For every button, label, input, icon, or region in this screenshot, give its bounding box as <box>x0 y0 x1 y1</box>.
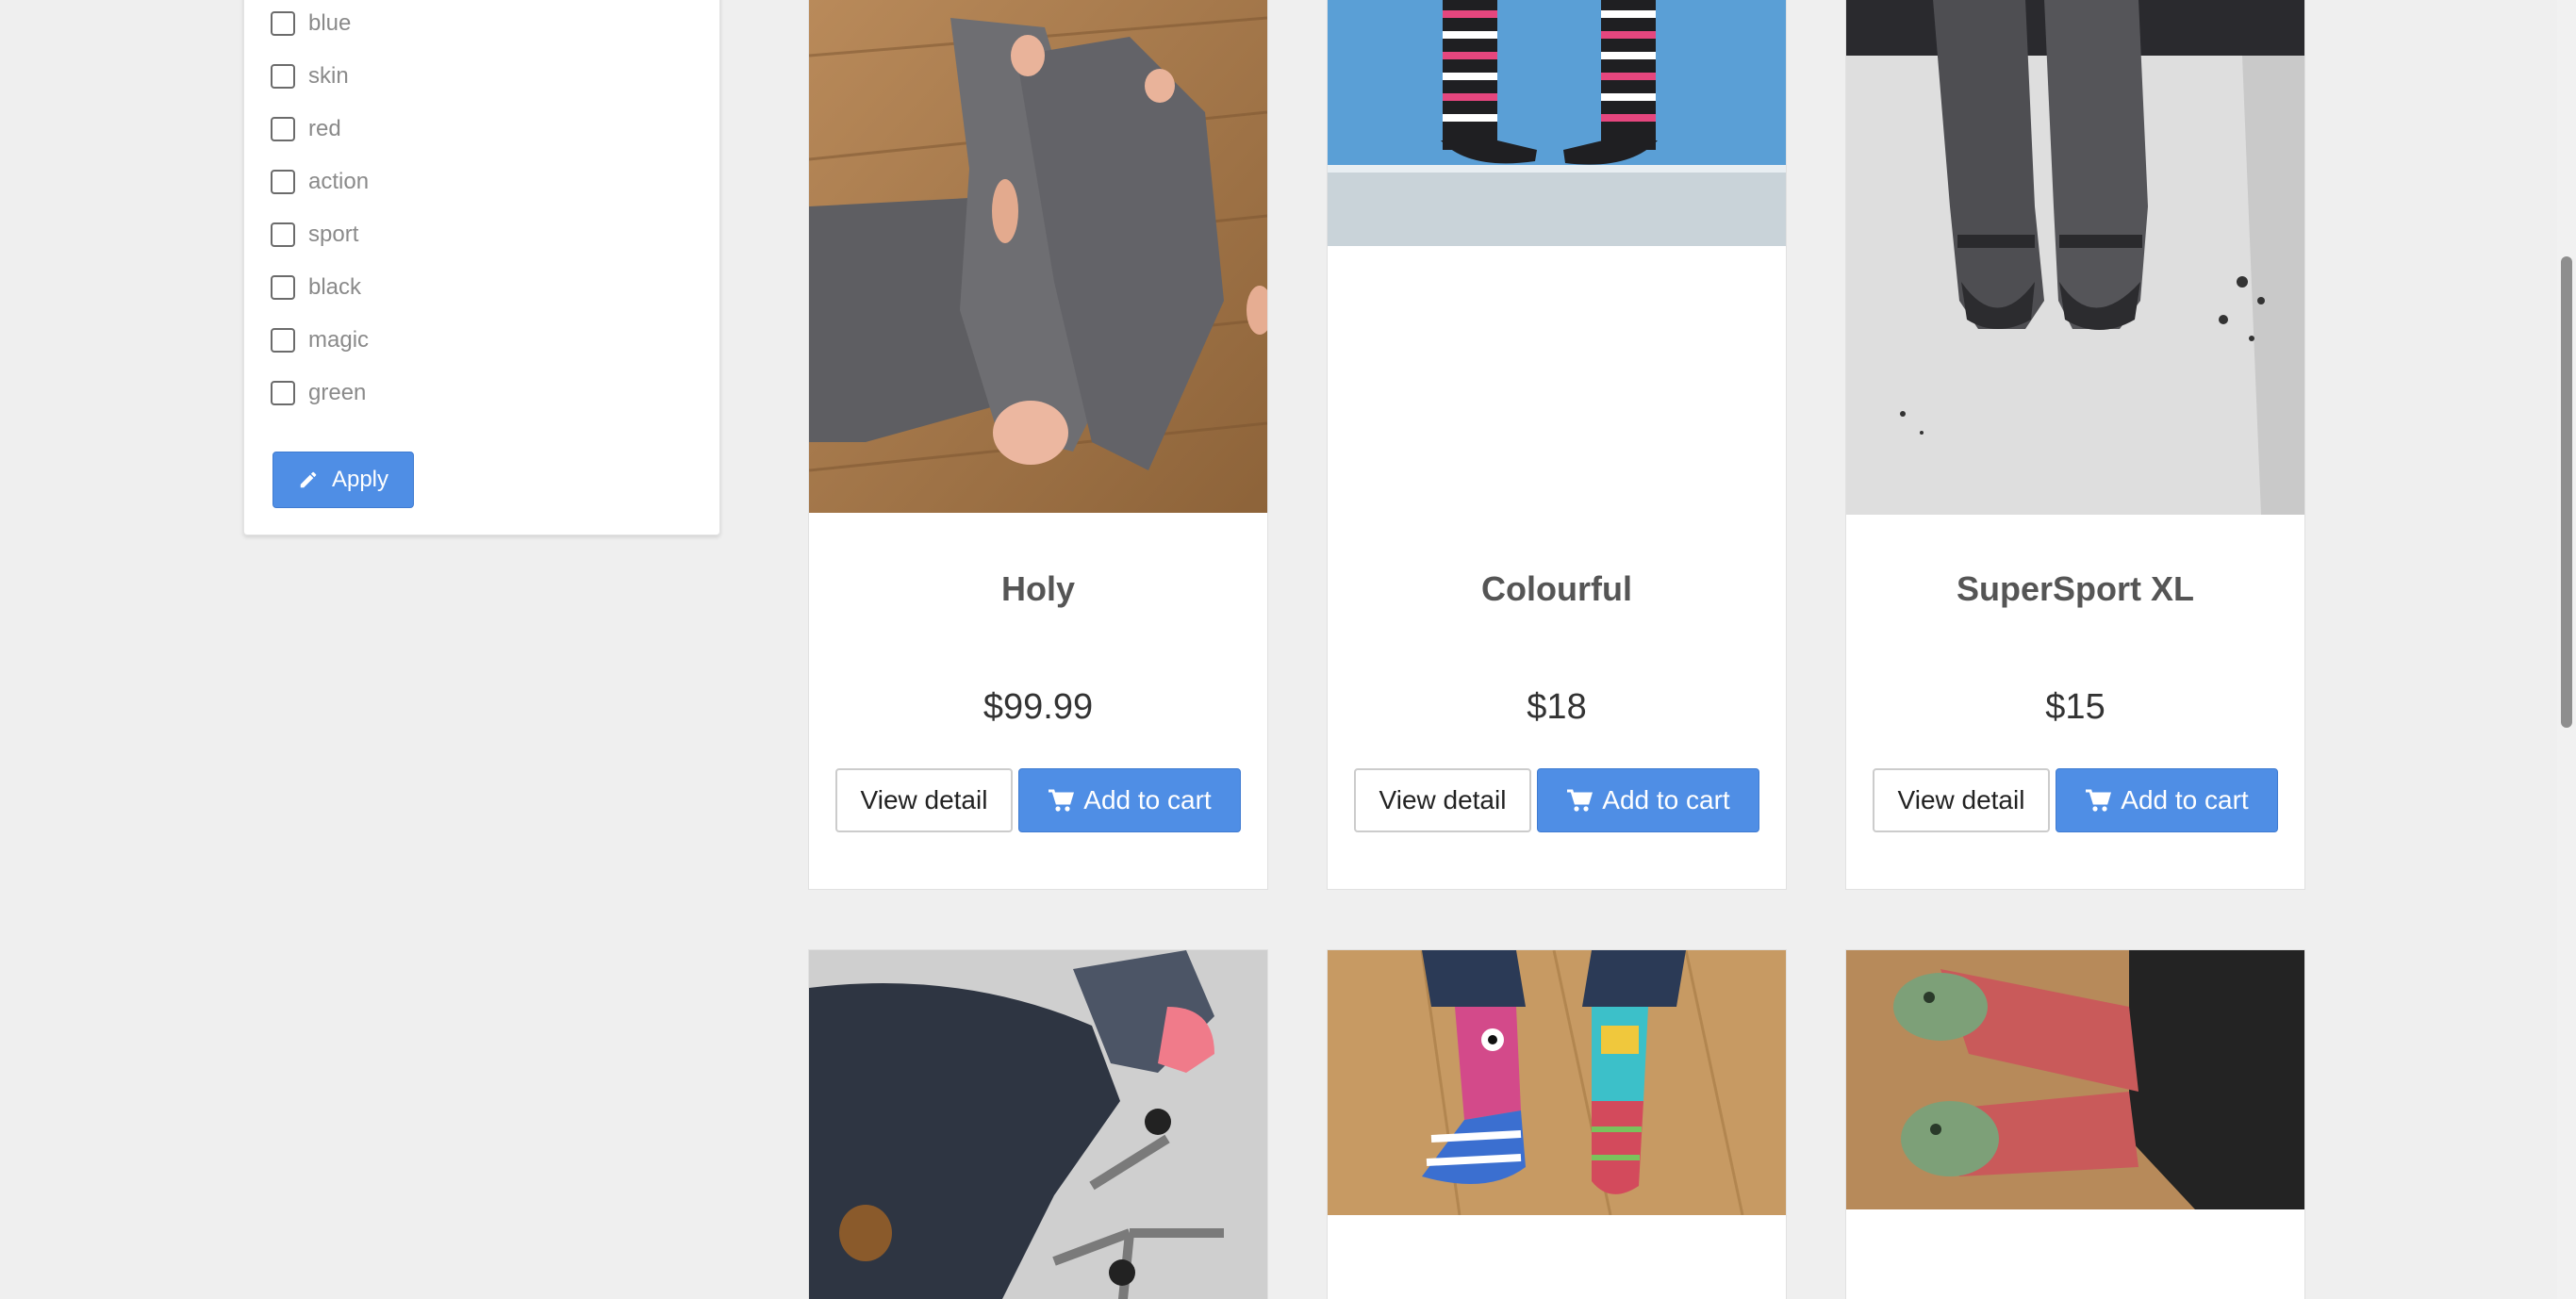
product-card-monster-socks <box>1327 949 1787 1299</box>
tag-filter-action[interactable]: action <box>271 163 369 201</box>
striped-socks-photo[interactable] <box>1328 0 1786 246</box>
space-socks-photo[interactable] <box>809 950 1267 1299</box>
scrollbar-thumb[interactable] <box>2561 256 2572 728</box>
shop-page: blue skin red action sport black magic g… <box>0 0 2576 1299</box>
tag-label: action <box>308 169 370 194</box>
tag-label: blue <box>308 10 352 36</box>
cart-icon <box>1567 789 1593 812</box>
view-detail-button[interactable]: View detail <box>1873 768 2050 832</box>
checkbox[interactable] <box>271 222 295 247</box>
tag-filter-blue[interactable]: blue <box>271 5 351 42</box>
product-card-supersport-xl: SuperSport XL $15 View detail Add to car… <box>1845 0 2305 890</box>
product-card-colourful: Colourful $18 View detail Add to cart <box>1327 0 1787 890</box>
product-name: Holy <box>1000 569 1075 608</box>
tag-filter-green[interactable]: green <box>271 374 366 412</box>
add-to-cart-label: Add to cart <box>2121 785 2249 814</box>
apply-label: Apply <box>331 467 389 492</box>
tag-filter-magic[interactable]: magic <box>271 321 369 359</box>
tag-label: skin <box>308 63 349 89</box>
cart-icon <box>2086 789 2112 812</box>
tag-label: black <box>308 274 362 300</box>
add-to-cart-button[interactable]: Add to cart <box>2056 768 2278 832</box>
product-card-holy: Holy $99.99 View detail Add to cart <box>808 0 1268 890</box>
product-price: $18 <box>1527 687 1587 727</box>
cart-icon <box>1049 789 1075 812</box>
torn-grey-socks-photo[interactable] <box>809 0 1267 513</box>
grey-sport-socks-photo[interactable] <box>1846 0 2304 515</box>
add-to-cart-button[interactable]: Add to cart <box>1018 768 1241 832</box>
add-to-cart-button[interactable]: Add to cart <box>1537 768 1759 832</box>
tag-filter-black[interactable]: black <box>271 269 361 306</box>
tag-label: green <box>308 380 367 405</box>
product-name: Colourful <box>1481 569 1632 608</box>
tag-filter-skin[interactable]: skin <box>271 58 349 95</box>
view-detail-button[interactable]: View detail <box>1354 768 1531 832</box>
monster-socks-photo[interactable] <box>1328 950 1786 1215</box>
tag-filter-panel: blue skin red action sport black magic g… <box>243 0 720 535</box>
checkbox[interactable] <box>271 64 295 89</box>
tag-label: magic <box>308 327 370 353</box>
tag-filter-red[interactable]: red <box>271 110 341 148</box>
dinosaur-socks-photo[interactable] <box>1846 950 2304 1209</box>
checkbox[interactable] <box>271 381 295 405</box>
pencil-icon <box>300 471 317 488</box>
product-name: SuperSport XL <box>1956 569 2195 608</box>
product-price: $99.99 <box>983 687 1094 727</box>
view-detail-button[interactable]: View detail <box>835 768 1013 832</box>
tag-label: sport <box>308 222 359 247</box>
add-to-cart-label: Add to cart <box>1602 785 1730 814</box>
checkbox[interactable] <box>271 170 295 194</box>
checkbox[interactable] <box>271 275 295 300</box>
checkbox[interactable] <box>271 328 295 353</box>
tag-label: red <box>308 116 341 141</box>
page-scrollbar[interactable] <box>2557 0 2576 1299</box>
product-card-space-socks <box>808 949 1268 1299</box>
product-card-dinosaur-socks <box>1845 949 2305 1299</box>
checkbox[interactable] <box>271 117 295 141</box>
add-to-cart-label: Add to cart <box>1083 785 1212 814</box>
product-price: $15 <box>2045 687 2105 727</box>
checkbox[interactable] <box>271 11 295 36</box>
apply-button[interactable]: Apply <box>272 452 414 508</box>
tag-filter-sport[interactable]: sport <box>271 216 358 254</box>
